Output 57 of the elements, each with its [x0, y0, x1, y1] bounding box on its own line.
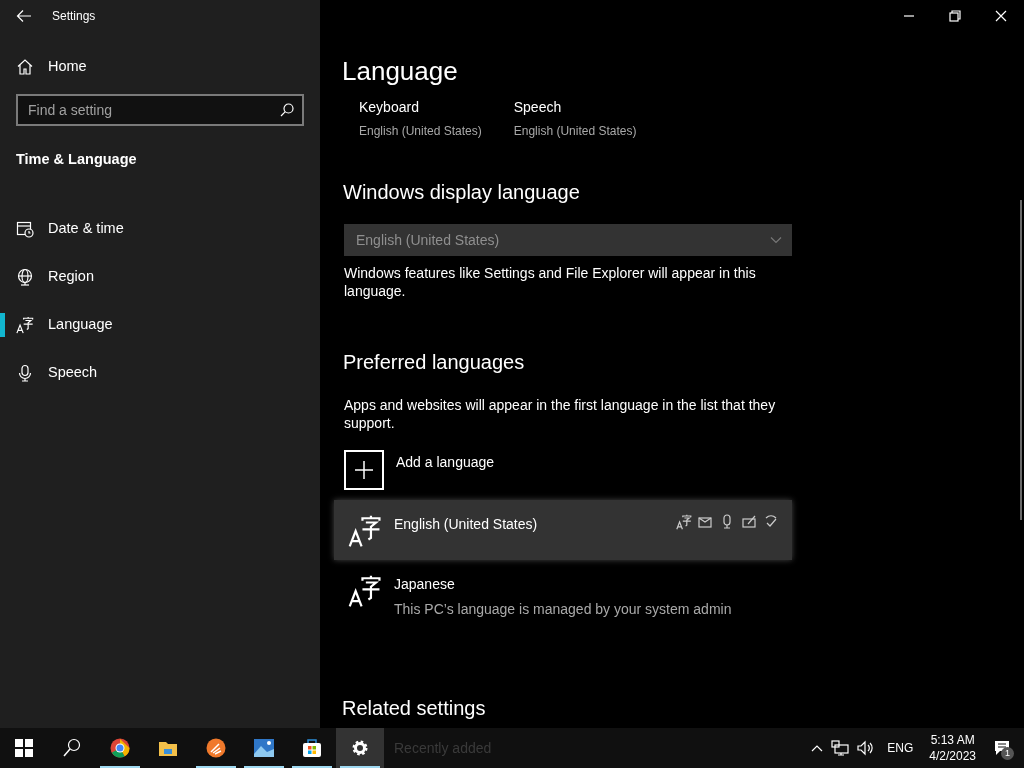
chevron-down-icon: [770, 236, 782, 245]
sidebar-item[interactable]: Date & time: [0, 204, 320, 253]
section-heading: Time & Language: [16, 149, 138, 169]
volume-icon: [857, 740, 876, 756]
clock-time: 5:13 AM: [929, 732, 976, 748]
globe-icon: [16, 267, 34, 286]
plus-icon: [354, 460, 374, 481]
language-name: English (United States): [394, 515, 538, 535]
window-title: Settings: [52, 8, 96, 25]
page-title: Language: [342, 56, 459, 88]
add-language-button[interactable]: Add a language: [344, 450, 495, 491]
home-icon: [16, 57, 34, 76]
language-icon: [348, 514, 382, 549]
photos-icon: [254, 738, 274, 758]
start-icon: [14, 738, 34, 758]
close-icon: [995, 10, 1007, 22]
description-text: Apps and websites will appear in the first language in the list that they support.: [344, 396, 777, 433]
app-icon: [206, 738, 226, 758]
search-field[interactable]: Find a setting: [16, 93, 304, 126]
store-icon: [302, 738, 322, 758]
notification-count: 1: [1001, 747, 1014, 760]
microphone-icon: [16, 363, 34, 382]
sidebar-item[interactable]: Speech: [0, 348, 320, 397]
search-icon: [280, 102, 294, 117]
clock-date: 4/2/2023: [929, 748, 976, 764]
default-label: Speech: [513, 98, 563, 118]
language-icon: [676, 514, 692, 531]
restore-icon: [949, 10, 961, 22]
home-link[interactable]: Home: [0, 56, 320, 78]
notifications-button[interactable]: 1: [984, 728, 1024, 768]
input-language-button[interactable]: ENG: [879, 739, 922, 757]
sidebar-item[interactable]: Language: [0, 300, 320, 349]
back-icon[interactable]: [16, 9, 32, 23]
browser-icon: [110, 738, 130, 758]
section-heading: Windows display language: [343, 180, 581, 205]
sidebar-item[interactable]: Region: [0, 252, 320, 301]
section-heading: Related settings: [342, 696, 486, 720]
search-icon: [62, 738, 82, 758]
language-name: Japanese: [394, 575, 456, 595]
calendar-icon: [16, 219, 34, 238]
pen-icon: [742, 514, 758, 531]
preferred-language-row[interactable]: Japanese This PC’s language is managed by your system admin: [334, 560, 792, 621]
preferred-language-row[interactable]: English (United States): [334, 500, 792, 561]
language-status: This PC’s language is managed by your system admin: [394, 600, 732, 620]
chevron-up-icon: [811, 744, 824, 752]
network-icon: [831, 740, 850, 756]
default-label: Keyboard: [359, 98, 420, 118]
language-icon: [348, 574, 382, 609]
gear-icon: [350, 738, 370, 758]
taskbar-button[interactable]: [336, 728, 384, 768]
default-value: English (United States): [359, 123, 482, 141]
language-icon: [16, 315, 34, 334]
clock[interactable]: 5:13 AM 4/2/2023: [921, 732, 984, 764]
envelope-icon: [698, 514, 714, 531]
description-text: Windows features like Settings and File Explorer will appear in this language.: [344, 264, 757, 301]
section-heading: Preferred languages: [343, 350, 526, 375]
default-value: English (United States): [513, 123, 637, 141]
